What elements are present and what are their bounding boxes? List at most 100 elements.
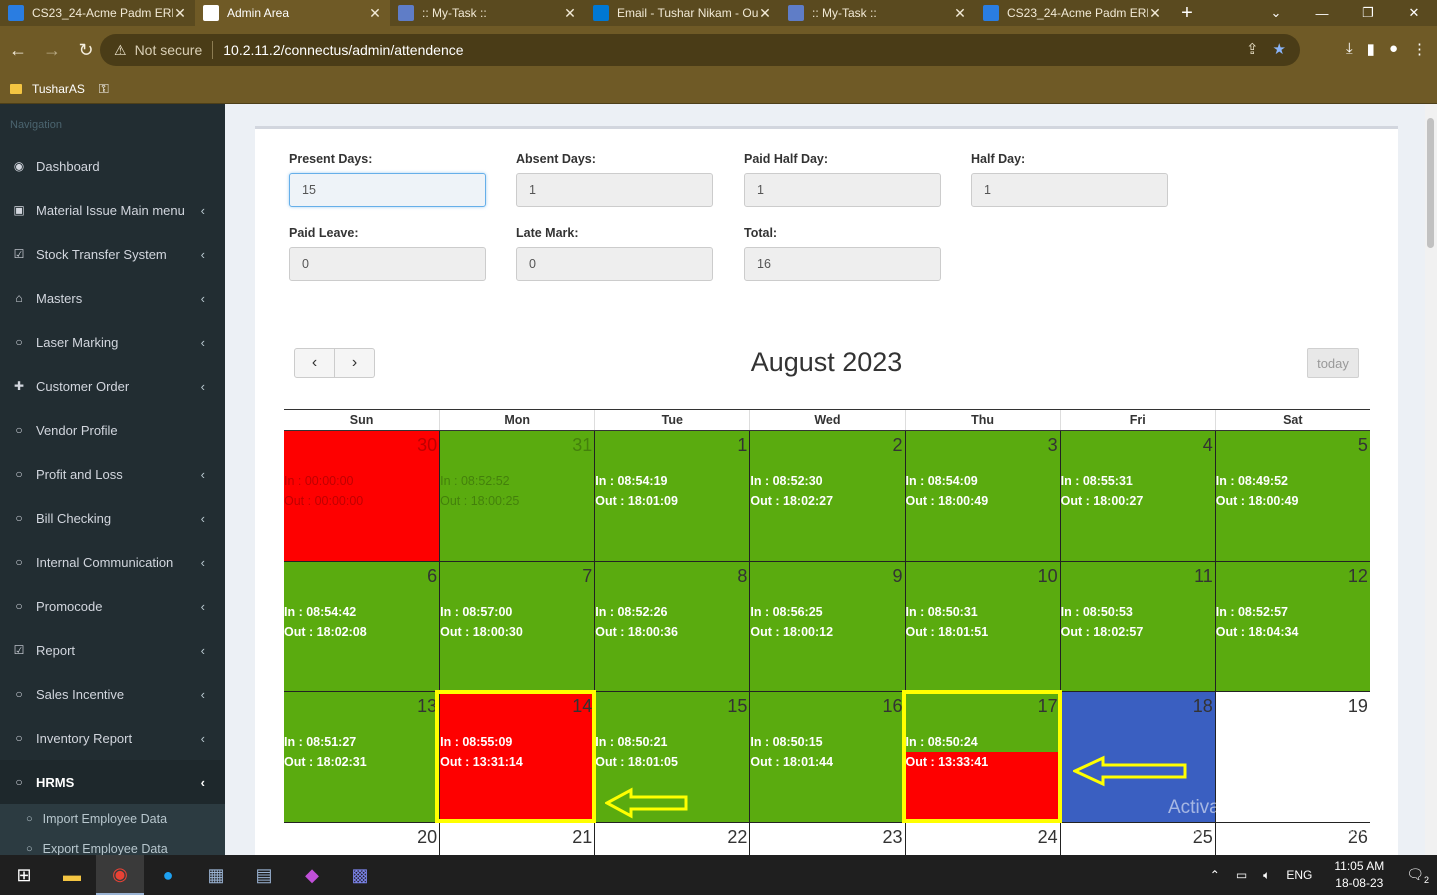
bookmark-star-icon[interactable]: ★ xyxy=(1273,40,1286,58)
bookmark-tusharas[interactable]: TusharAS xyxy=(32,82,85,96)
notification-icon[interactable]: 🗨︎2 xyxy=(1406,866,1429,885)
key-icon[interactable]: ⚿ xyxy=(99,81,109,97)
attendance-event[interactable]: In : 08:50:21 Out : 18:01:05 xyxy=(595,732,678,772)
windows-start-icon[interactable]: ⊞ xyxy=(0,855,48,895)
sidebar-item-hrms[interactable]: ○ HRMS ‹ xyxy=(0,760,225,804)
chrome-icon[interactable]: ◉ xyxy=(96,855,144,895)
day-number[interactable]: 10 xyxy=(1038,566,1058,587)
attendance-event[interactable]: In : 08:50:53 Out : 18:02:57 xyxy=(1061,602,1144,642)
minimize-button[interactable]: — xyxy=(1299,0,1345,26)
calendar-day[interactable]: 4 In : 08:55:31 Out : 18:00:27 xyxy=(1059,431,1215,562)
day-number[interactable]: 23 xyxy=(882,827,902,848)
attendance-event[interactable]: In : 08:50:15 Out : 18:01:44 xyxy=(750,732,833,772)
attendance-event[interactable]: In : 08:57:00 Out : 18:00:30 xyxy=(440,602,523,642)
calendar-day[interactable]: 14 In : 08:55:09 Out : 13:31:14 xyxy=(439,692,595,823)
present-days-field[interactable] xyxy=(289,173,486,207)
day-number[interactable]: 17 xyxy=(1038,696,1058,717)
half-day-field[interactable] xyxy=(971,173,1168,207)
attendance-event[interactable]: In : 08:56:25 Out : 18:00:12 xyxy=(750,602,833,642)
tab-close-icon[interactable]: ✕ xyxy=(563,5,577,22)
calendar-day[interactable]: 1 In : 08:54:19 Out : 18:01:09 xyxy=(594,431,750,562)
close-window-button[interactable]: ✕ xyxy=(1391,0,1437,26)
reload-button[interactable]: ↻ xyxy=(70,34,102,66)
day-number[interactable]: 22 xyxy=(727,827,747,848)
sidebar-item-laser-marking[interactable]: ○ Laser Marking ‹ xyxy=(0,320,225,364)
restore-button[interactable]: ❐ xyxy=(1345,0,1391,26)
sidebar-item-promocode[interactable]: ○ Promocode ‹ xyxy=(0,584,225,628)
total-field[interactable] xyxy=(744,247,941,281)
tab-close-icon[interactable]: ✕ xyxy=(173,5,187,22)
calendar-day[interactable]: 12 In : 08:52:57 Out : 18:04:34 xyxy=(1214,561,1370,692)
sidebar-item-sales-incentive[interactable]: ○ Sales Incentive ‹ xyxy=(0,672,225,716)
absent-days-field[interactable] xyxy=(516,173,713,207)
remote-desktop-icon[interactable]: ▤ xyxy=(240,855,288,895)
browser-tab[interactable]: :: My-Task :: ✕ xyxy=(780,0,975,26)
browser-tab[interactable]: CS23_24-Acme Padm ERP ✕ xyxy=(0,0,195,26)
calendar-day[interactable]: 13 In : 08:51:27 Out : 18:02:31 xyxy=(284,692,440,823)
attendance-event[interactable]: In : 08:54:09 Out : 18:00:49 xyxy=(906,471,989,511)
attendance-event[interactable]: In : 08:52:52 Out : 18:00:25 xyxy=(440,471,519,511)
attendance-event[interactable]: In : 08:52:57 Out : 18:04:34 xyxy=(1216,602,1299,642)
profile-icon[interactable]: ● xyxy=(1389,40,1398,58)
day-number[interactable]: 8 xyxy=(737,566,747,587)
sidebar-item-dashboard[interactable]: ◉ Dashboard xyxy=(0,144,225,188)
day-number[interactable]: 11 xyxy=(1194,566,1213,587)
late-mark-field[interactable] xyxy=(516,247,713,281)
attendance-event[interactable]: In : 08:51:27 Out : 18:02:31 xyxy=(284,732,367,772)
day-number[interactable]: 1 xyxy=(737,435,747,456)
day-number[interactable]: 13 xyxy=(417,696,437,717)
chevron-up-icon[interactable]: ⌃ xyxy=(1210,868,1220,882)
day-number[interactable]: 9 xyxy=(892,566,902,587)
calendar-day[interactable]: 6 In : 08:54:42 Out : 18:02:08 xyxy=(284,561,440,692)
day-number[interactable]: 7 xyxy=(582,566,592,587)
day-number[interactable]: 30 xyxy=(417,435,437,456)
attendance-event[interactable]: In : 08:50:24 Out : 13:33:41 xyxy=(906,732,989,772)
day-number[interactable]: 20 xyxy=(417,827,437,848)
calendar-day[interactable]: 22 xyxy=(594,822,750,855)
attendance-event[interactable]: In : 08:52:30 Out : 18:02:27 xyxy=(750,471,833,511)
calendar-day[interactable]: 21 xyxy=(439,822,595,855)
download-icon[interactable]: ⤓ xyxy=(1346,40,1353,58)
browser-tab[interactable]: Admin Area ✕ xyxy=(195,0,390,26)
sidebar-item-report[interactable]: ☑ Report ‹ xyxy=(0,628,225,672)
teams-icon[interactable]: ▩ xyxy=(336,855,384,895)
sidebar-subitem-import-employee-data[interactable]: ○ Import Employee Data xyxy=(0,804,225,834)
calendar-day[interactable]: 17 In : 08:50:24 Out : 13:33:41 xyxy=(904,692,1060,823)
sidebar-item-internal-communication[interactable]: ○ Internal Communication ‹ xyxy=(0,540,225,584)
calendar-day[interactable]: 20 xyxy=(284,822,440,855)
tab-close-icon[interactable]: ✕ xyxy=(368,5,382,22)
attendance-event[interactable]: In : 08:55:09 Out : 13:31:14 xyxy=(440,732,523,772)
browser-tab[interactable]: Email - Tushar Nikam - Outlook✕ xyxy=(585,0,780,26)
day-number[interactable]: 3 xyxy=(1048,435,1058,456)
url-text[interactable]: 10.2.11.2/connectus/admin/attendence xyxy=(223,42,463,58)
attendance-event[interactable]: In : 08:50:31 Out : 18:01:51 xyxy=(906,602,989,642)
calendar-day[interactable]: 2 In : 08:52:30 Out : 18:02:27 xyxy=(749,431,905,562)
day-number[interactable]: 16 xyxy=(882,696,902,717)
tab-close-icon[interactable]: ✕ xyxy=(1148,5,1162,22)
warning-icon[interactable]: ⚠ xyxy=(114,42,127,59)
day-number[interactable]: 19 xyxy=(1348,696,1368,717)
browser-tab[interactable]: :: My-Task :: ✕ xyxy=(390,0,585,26)
speaker-icon[interactable]: 🔈︎ xyxy=(1263,868,1270,883)
day-number[interactable]: 5 xyxy=(1358,435,1368,456)
clock[interactable]: 11:05 AM 18-08-23 xyxy=(1334,858,1384,892)
sidebar-item-customer-order[interactable]: ✚ Customer Order ‹ xyxy=(0,364,225,408)
day-number[interactable]: 6 xyxy=(427,566,437,587)
sidebar-subitem-export-employee-data[interactable]: ○ Export Employee Data xyxy=(0,834,225,855)
page-scrollbar[interactable] xyxy=(1425,104,1437,855)
calendar-day[interactable]: 9 In : 08:56:25 Out : 18:00:12 xyxy=(749,561,905,692)
calendar-day[interactable]: 8 In : 08:52:26 Out : 18:00:36 xyxy=(594,561,750,692)
language-indicator[interactable]: ENG xyxy=(1286,868,1312,882)
browser-tab[interactable]: CS23_24-Acme Padm ERP ✕ xyxy=(975,0,1170,26)
share-icon[interactable]: ⇪ xyxy=(1246,40,1259,58)
back-button[interactable]: ← xyxy=(2,34,34,66)
sidebar-item-bill-checking[interactable]: ○ Bill Checking ‹ xyxy=(0,496,225,540)
sidebar-item-inventory-report[interactable]: ○ Inventory Report ‹ xyxy=(0,716,225,760)
tab-close-icon[interactable]: ✕ xyxy=(758,5,772,22)
day-number[interactable]: 12 xyxy=(1348,566,1368,587)
attendance-event[interactable]: In : 08:52:26 Out : 18:00:36 xyxy=(595,602,678,642)
side-panel-icon[interactable]: ▮ xyxy=(1367,40,1375,58)
attendance-event[interactable]: In : 08:54:42 Out : 18:02:08 xyxy=(284,602,367,642)
sidebar-item-masters[interactable]: ⌂ Masters ‹ xyxy=(0,276,225,320)
day-number[interactable]: 15 xyxy=(727,696,747,717)
